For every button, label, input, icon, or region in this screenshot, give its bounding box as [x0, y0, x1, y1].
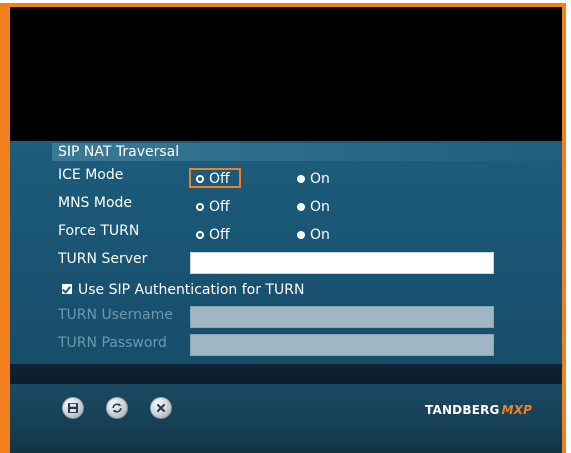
save-button[interactable]	[62, 397, 84, 419]
mns-mode-on-label: On	[310, 199, 330, 215]
brand-suffix: MXP	[501, 403, 533, 417]
mns-mode-off-label: Off	[209, 199, 230, 215]
radio-selected-icon	[196, 203, 204, 211]
separator-band	[10, 364, 562, 384]
save-icon	[68, 403, 78, 413]
ice-mode-off-label: Off	[209, 171, 230, 187]
ice-mode-off-radio[interactable]: Off	[196, 170, 230, 188]
refresh-button[interactable]	[106, 397, 128, 419]
ice-mode-on-radio[interactable]: On	[297, 170, 330, 188]
force-turn-off-radio[interactable]: Off	[196, 226, 230, 244]
ice-mode-label: ICE Mode	[58, 167, 124, 183]
force-turn-on-label: On	[310, 227, 330, 243]
use-sip-auth-checkbox[interactable]	[62, 284, 72, 294]
radio-unselected-icon	[297, 175, 305, 183]
turn-password-input	[190, 334, 494, 356]
mns-mode-off-radio[interactable]: Off	[196, 198, 230, 216]
use-sip-auth-label: Use SIP Authentication for TURN	[78, 282, 305, 298]
turn-username-label: TURN Username	[58, 307, 173, 323]
section-title: SIP NAT Traversal	[58, 144, 180, 160]
mns-mode-on-radio[interactable]: On	[297, 198, 330, 216]
turn-server-label: TURN Server	[58, 251, 148, 267]
frame-border-left	[0, 3, 10, 453]
turn-password-label: TURN Password	[58, 335, 167, 351]
radio-selected-icon	[196, 175, 204, 183]
bottom-toolbar	[10, 384, 562, 453]
close-button[interactable]	[150, 397, 172, 419]
radio-selected-icon	[196, 231, 204, 239]
refresh-icon	[112, 403, 122, 413]
force-turn-off-label: Off	[209, 227, 230, 243]
close-icon	[157, 404, 165, 412]
turn-username-input	[190, 306, 494, 328]
ice-mode-on-label: On	[310, 171, 330, 187]
radio-unselected-icon	[297, 231, 305, 239]
force-turn-on-radio[interactable]: On	[297, 226, 330, 244]
brand-logo: TANDBERG MXP	[425, 403, 532, 417]
turn-server-input[interactable]	[190, 252, 494, 274]
video-preview	[10, 7, 562, 141]
brand-name: TANDBERG	[425, 403, 500, 417]
radio-unselected-icon	[297, 203, 305, 211]
frame-border-right	[562, 3, 566, 453]
mns-mode-label: MNS Mode	[58, 195, 133, 211]
app-frame: SIP NAT Traversal ICE Mode Off On MNS Mo…	[0, 0, 571, 453]
force-turn-label: Force TURN	[58, 223, 140, 239]
